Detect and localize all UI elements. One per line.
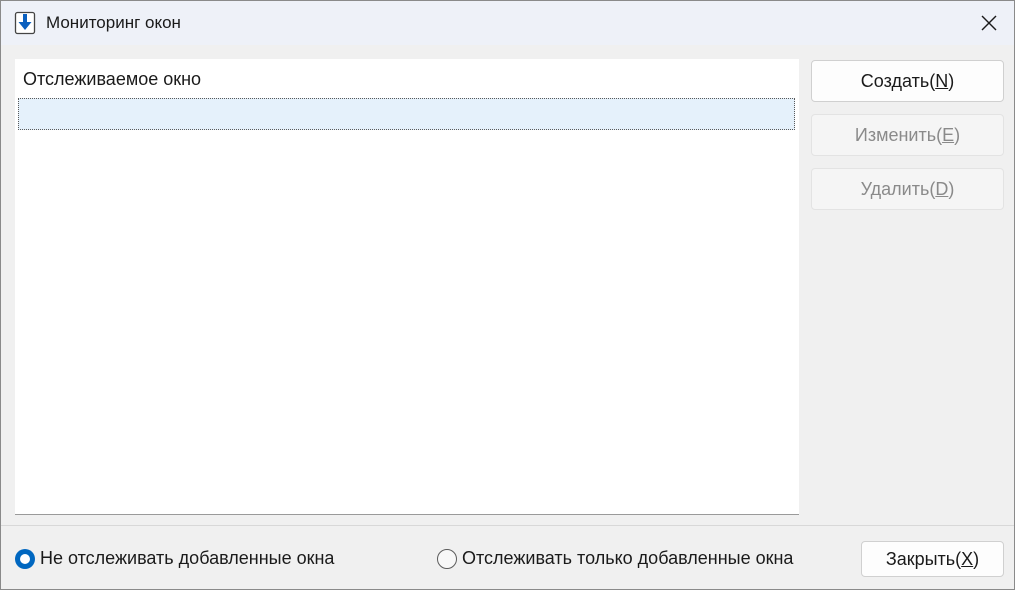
radio-checked-icon[interactable]: [15, 548, 35, 569]
edit-button[interactable]: Изменить(E): [811, 114, 1004, 156]
list-column-header[interactable]: Отслеживаемое окно: [15, 59, 799, 97]
radio-label: Отслеживать только добавленные окна: [462, 548, 794, 568]
monitored-windows-list[interactable]: Отслеживаемое окно: [15, 59, 799, 515]
monitoring-dialog: Мониторинг окон Отслеживаемое окно Созда…: [0, 0, 1015, 590]
create-button[interactable]: Создать(N): [811, 60, 1004, 102]
list-item[interactable]: [18, 98, 795, 130]
title-bar[interactable]: Мониторинг окон: [1, 1, 1014, 45]
delete-mnemonic: D: [935, 178, 949, 199]
close-button[interactable]: Закрыть(X): [861, 541, 1004, 577]
divider: [1, 525, 1014, 526]
edit-mnemonic: E: [942, 124, 955, 145]
close-mnemonic: X: [961, 548, 974, 569]
radio-label: Не отслеживать добавленные окна: [40, 548, 335, 568]
radio-unchecked-icon[interactable]: [437, 548, 457, 569]
column-header-label: Отслеживаемое окно: [23, 69, 202, 89]
delete-button[interactable]: Удалить(D): [811, 168, 1004, 210]
radio-do-not-track[interactable]: Не отслеживать добавленные окна: [15, 548, 334, 569]
radio-track-only-added[interactable]: Отслеживать только добавленные окна: [437, 548, 793, 569]
create-mnemonic: N: [935, 70, 949, 91]
download-arrow-icon: [14, 11, 36, 35]
window-close-button[interactable]: [964, 1, 1014, 45]
window-title: Мониторинг окон: [46, 13, 181, 32]
close-icon: [981, 15, 997, 31]
